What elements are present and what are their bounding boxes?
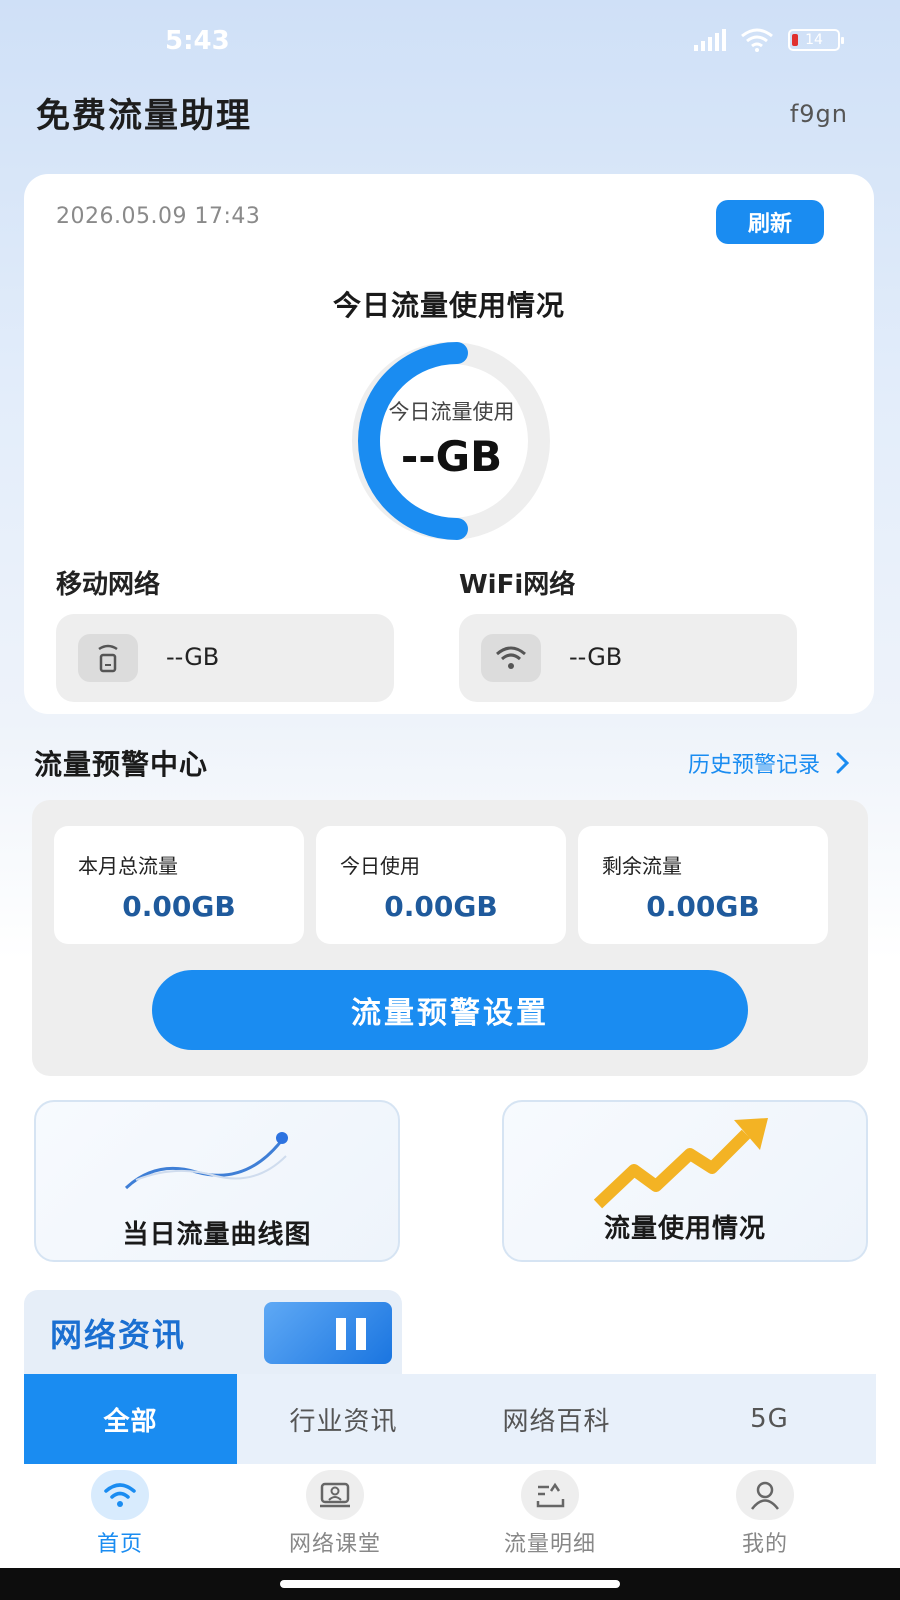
stat-month-total: 本月总流量 0.00GB: [54, 826, 304, 944]
chevron-right-icon: [836, 752, 850, 774]
nav-traffic-detail[interactable]: 流量明细: [440, 1470, 660, 1566]
battery-level: 14: [805, 32, 823, 48]
nav-profile[interactable]: 我的: [655, 1470, 875, 1566]
stat-label: 本月总流量: [78, 854, 178, 878]
wifi-home-icon: [91, 1470, 149, 1520]
news-title: 网络资讯: [50, 1316, 187, 1354]
status-time: 5:43: [165, 26, 230, 56]
mobile-network-label: 移动网络: [56, 570, 161, 600]
cellular-signal-icon: [694, 29, 726, 51]
tab-industry-news[interactable]: 行业资讯: [237, 1374, 450, 1464]
daily-curve-label: 当日流量曲线图: [122, 1220, 312, 1250]
stat-value: 0.00GB: [122, 890, 236, 923]
trend-arrow-icon: [594, 1118, 768, 1209]
wifi-icon: [481, 634, 541, 682]
nav-classroom-label: 网络课堂: [288, 1532, 381, 1557]
bottom-nav: 首页 网络课堂 流量明细 我的: [0, 1464, 900, 1568]
donut-value: --GB: [400, 432, 503, 481]
history-link-label: 历史预警记录: [687, 753, 820, 778]
stat-today-used: 今日使用 0.00GB: [316, 826, 566, 944]
nav-home-label: 首页: [96, 1532, 143, 1557]
wifi-network-label: WiFi网络: [459, 570, 576, 600]
refresh-button[interactable]: 刷新: [716, 200, 824, 244]
curve-chart-icon: [124, 1132, 288, 1190]
history-warning-link[interactable]: 历史预警记录: [688, 747, 850, 779]
stat-label: 今日使用: [340, 854, 420, 878]
nav-traffic-detail-label: 流量明细: [503, 1532, 596, 1557]
mobile-data-icon: [78, 634, 138, 682]
warning-panel: 本月总流量 0.00GB 今日使用 0.00GB 剩余流量 0.00GB 流量预…: [32, 800, 868, 1076]
timestamp: 2026.05.09 17:43: [56, 204, 261, 229]
wifi-status-icon: [741, 28, 773, 52]
status-bar: 5:43 14: [0, 0, 900, 80]
nav-profile-label: 我的: [741, 1532, 788, 1557]
usage-status-label: 流量使用情况: [603, 1214, 766, 1244]
news-tabs: 全部 行业资讯 网络百科 5G: [24, 1374, 876, 1464]
tab-all[interactable]: 全部: [24, 1374, 237, 1464]
donut-label: 今日流量使用: [388, 400, 515, 424]
warning-settings-button[interactable]: 流量预警设置: [152, 970, 748, 1050]
battery-icon: 14: [788, 29, 844, 51]
news-decoration-icon: [264, 1302, 392, 1364]
usage-status-card[interactable]: 流量使用情况: [502, 1100, 868, 1262]
news-header: 网络资讯: [24, 1290, 402, 1374]
stat-value: 0.00GB: [384, 890, 498, 923]
tab-5g[interactable]: 5G: [663, 1374, 876, 1464]
usage-card: 2026.05.09 17:43 刷新 今日流量使用情况 今日流量使用 --GB…: [24, 174, 874, 714]
profile-icon: [736, 1470, 794, 1520]
detail-list-icon: [521, 1470, 579, 1520]
daily-curve-card[interactable]: 当日流量曲线图: [34, 1100, 400, 1262]
today-usage-title: 今日流量使用情况: [332, 289, 565, 322]
app-title: 免费流量助理: [36, 96, 252, 136]
stat-label: 剩余流量: [602, 854, 682, 878]
wifi-network-box[interactable]: --GB: [459, 614, 797, 702]
wifi-network-value: --GB: [569, 643, 623, 671]
user-code: f9gn: [789, 100, 848, 128]
mobile-network-value: --GB: [166, 643, 220, 671]
tab-network-encyclopedia[interactable]: 网络百科: [450, 1374, 663, 1464]
stat-remaining: 剩余流量 0.00GB: [578, 826, 828, 944]
nav-classroom[interactable]: 网络课堂: [225, 1470, 445, 1566]
home-indicator: [0, 1568, 900, 1600]
nav-home[interactable]: 首页: [10, 1470, 230, 1566]
warning-center-title: 流量预警中心: [34, 748, 209, 781]
mobile-network-box[interactable]: --GB: [56, 614, 394, 702]
status-icons: 14: [694, 28, 844, 52]
stat-value: 0.00GB: [646, 890, 760, 923]
classroom-icon: [306, 1470, 364, 1520]
